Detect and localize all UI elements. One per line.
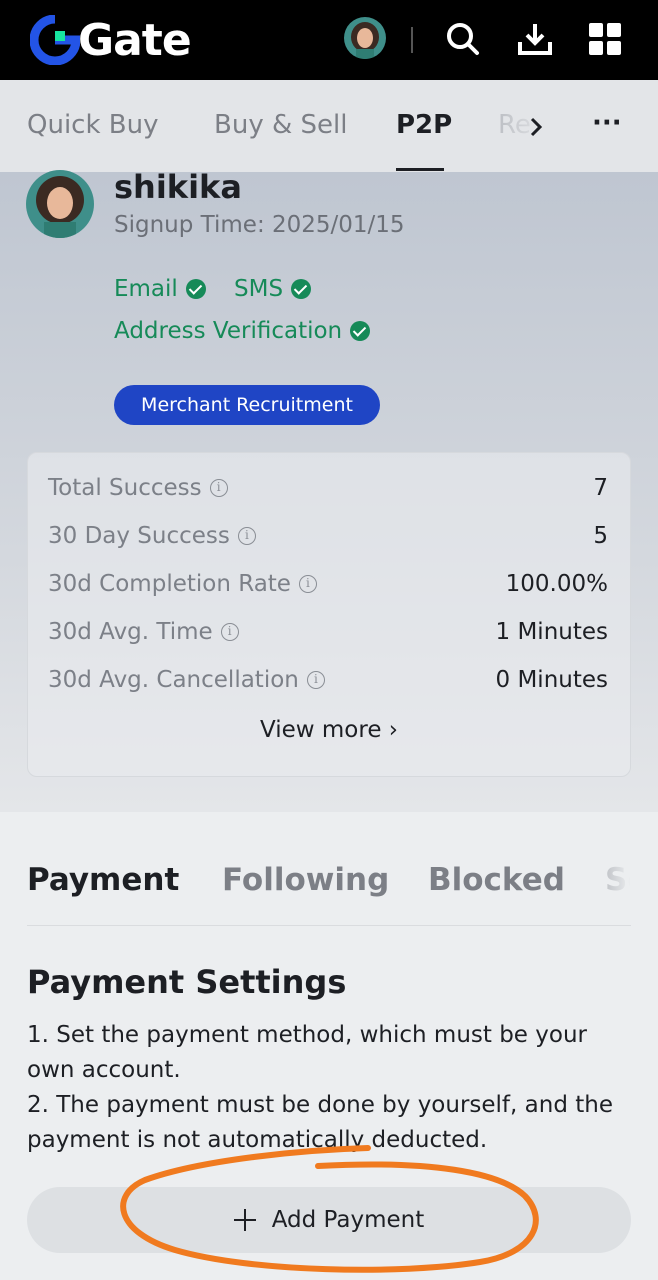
- avatar[interactable]: [344, 17, 386, 59]
- add-payment-label: Add Payment: [271, 1207, 425, 1233]
- info-icon[interactable]: i: [237, 527, 256, 545]
- stat-value: 5: [593, 523, 608, 549]
- chevron-right-icon[interactable]: [528, 116, 544, 138]
- tab-payment[interactable]: Payment: [27, 862, 179, 898]
- plus-icon: [233, 1209, 256, 1231]
- divider: [411, 27, 413, 53]
- tabs-fade: [590, 850, 658, 910]
- stat-value: 100.00%: [505, 571, 608, 597]
- verify-email-label: Email: [114, 276, 178, 302]
- apps-grid-icon[interactable]: [586, 20, 624, 58]
- stat-row: 30d Avg. Time i 1 Minutes: [48, 615, 608, 649]
- payment-settings-notes: 1. Set the payment method, which must be…: [27, 1018, 637, 1158]
- tab-buy-sell[interactable]: Buy & Sell: [214, 110, 347, 140]
- payment-settings-title: Payment Settings: [27, 963, 347, 1001]
- info-icon[interactable]: i: [306, 671, 325, 689]
- check-icon: [185, 279, 206, 299]
- view-more-link[interactable]: View more ›: [28, 717, 630, 743]
- verify-sms-label: SMS: [234, 276, 284, 302]
- note-line-1: 1. Set the payment method, which must be…: [27, 1022, 587, 1083]
- check-icon: [291, 279, 312, 299]
- tab-blocked[interactable]: Blocked: [428, 862, 565, 898]
- stat-row: Total Success i 7: [48, 471, 608, 505]
- gate-logo[interactable]: Gate: [30, 14, 192, 66]
- signup-time: Signup Time: 2025/01/15: [114, 212, 405, 238]
- info-icon[interactable]: i: [298, 575, 317, 593]
- stat-value: 1 Minutes: [495, 619, 608, 645]
- stat-label: 30d Avg. Time: [48, 619, 213, 645]
- stat-row: 30 Day Success i 5: [48, 519, 608, 553]
- tab-p2p[interactable]: P2P: [396, 110, 452, 140]
- stats-card: Total Success i 7 30 Day Success i 5 30d C…: [27, 452, 631, 777]
- info-icon[interactable]: i: [220, 623, 239, 641]
- logo-text: Gate: [78, 14, 192, 66]
- stat-value: 0 Minutes: [495, 667, 608, 693]
- download-icon[interactable]: [516, 20, 554, 58]
- stat-row: 30d Completion Rate i 100.00%: [48, 567, 608, 601]
- profile-avatar[interactable]: [26, 170, 94, 238]
- verify-email: Email: [114, 276, 206, 302]
- stat-label: 30d Avg. Cancellation: [48, 667, 299, 693]
- stat-value: 7: [593, 475, 608, 501]
- search-icon[interactable]: [444, 20, 482, 58]
- merchant-recruitment-button[interactable]: Merchant Recruitment: [114, 385, 380, 425]
- nav-fade: [470, 80, 580, 172]
- tab-quick-buy[interactable]: Quick Buy: [27, 110, 159, 140]
- top-bar: Gate: [0, 0, 658, 80]
- tab-following[interactable]: Following: [222, 862, 389, 898]
- verify-address: Address Verification: [114, 318, 371, 344]
- stat-label: 30 Day Success: [48, 523, 230, 549]
- check-icon: [350, 321, 371, 341]
- divider: [27, 925, 631, 926]
- info-icon[interactable]: i: [209, 479, 228, 497]
- stat-row: 30d Avg. Cancellation i 0 Minutes: [48, 663, 608, 697]
- stat-label: Total Success: [48, 475, 202, 501]
- add-payment-button[interactable]: Add Payment: [27, 1187, 631, 1253]
- verify-address-label: Address Verification: [114, 318, 343, 344]
- gate-logo-icon: [30, 15, 80, 65]
- verify-sms: SMS: [234, 276, 312, 302]
- stat-label: 30d Completion Rate: [48, 571, 291, 597]
- more-menu-icon[interactable]: ···: [592, 108, 622, 138]
- user-name: shikika: [114, 168, 242, 206]
- note-line-2: 2. The payment must be done by yourself,…: [27, 1092, 613, 1153]
- active-tab-indicator: [396, 168, 444, 171]
